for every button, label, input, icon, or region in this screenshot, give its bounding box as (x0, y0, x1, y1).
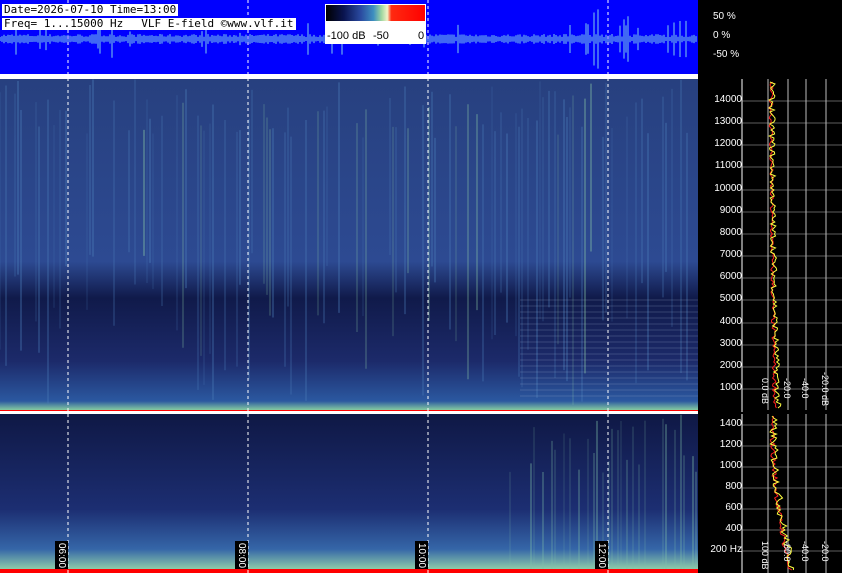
time-label: Time=13:00 (109, 3, 177, 16)
waveform-axis-label: -50 % (713, 49, 740, 60)
color-scale-tick: 0 (418, 30, 425, 42)
freq-tick-label: 13000 (714, 116, 742, 127)
freq-tick-label: 5000 (719, 293, 742, 304)
time-label-0600: 06:00 (55, 541, 68, 569)
freq-tick-label: 7000 (719, 249, 742, 260)
color-scale-tick: -50 (373, 30, 389, 42)
freq-source-label: Freq= 1...15000 Hz VLF E-field ©www.vlf.i… (2, 18, 296, 30)
freq-tick-label: 10000 (714, 183, 742, 194)
spectrogram-upper (0, 79, 698, 411)
date-label: Date=2026-07-10 (4, 3, 104, 16)
db-tick-label: 100 dB (760, 541, 770, 570)
freq-tick-label: 8000 (719, 227, 742, 238)
db-tick-label: -20.0 dB (820, 372, 830, 407)
freq-tick-label: 1400 (719, 418, 742, 429)
waveform-axis-label: 0 % (713, 30, 731, 41)
freq-tick-label: 14000 (714, 94, 742, 105)
freq-tick-label: 400 (725, 523, 742, 534)
color-scale-tick: -100 dB (327, 30, 366, 42)
freq-tick-label: 800 (725, 481, 742, 492)
freq-tick-label: 600 (725, 502, 742, 513)
freq-tick-label: 2000 (719, 360, 742, 371)
panel-separator (0, 411, 698, 414)
time-label-1000: 10:00 (415, 541, 428, 569)
waveform-separator (0, 74, 698, 79)
color-scale-legend: -100 dB -50 0 (325, 4, 426, 44)
freq-tick-label: 1000 (719, 382, 742, 393)
date-time-label: Date=2026-07-10 Time=13:00 (2, 3, 179, 16)
freq-tick-label: 3000 (719, 338, 742, 349)
db-tick-label: -20.0 (820, 541, 830, 562)
time-label-1200: 12:00 (595, 541, 608, 569)
color-scale-gradient (326, 5, 425, 21)
freq-tick-label: 200 Hz (710, 544, 742, 555)
freq-tick-label: 11000 (714, 160, 742, 171)
waveform-axis-label: 50 % (713, 11, 736, 22)
db-tick-label: 0.0 dB (760, 378, 770, 405)
freq-range-label: Freq= 1...15000 Hz (4, 17, 124, 30)
noise-floor-line-lower (0, 569, 698, 573)
spectrogram-lower (0, 414, 698, 573)
freq-tick-label: 1200 (719, 439, 742, 450)
db-tick-label: -80.0 (782, 541, 792, 562)
time-label-0800: 08:00 (235, 541, 248, 569)
source-label: VLF E-field ©www.vlf.it (141, 17, 294, 30)
db-tick-label: -40.0 (800, 378, 810, 399)
db-tick-label: -20.0 (782, 378, 792, 399)
freq-tick-label: 12000 (714, 138, 742, 149)
freq-tick-label: 6000 (719, 271, 742, 282)
freq-tick-label: 4000 (719, 316, 742, 327)
freq-tick-label: 1000 (719, 460, 742, 471)
db-tick-label: -40.0 (800, 541, 810, 562)
freq-tick-label: 9000 (719, 205, 742, 216)
